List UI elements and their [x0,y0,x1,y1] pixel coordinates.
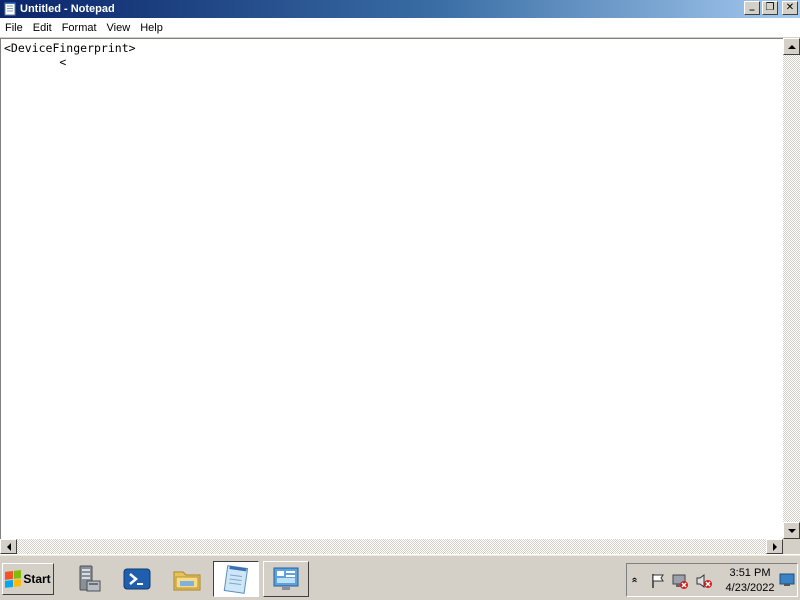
start-button[interactable]: Start [2,563,54,595]
speaker-muted-icon[interactable] [695,572,713,590]
scroll-up-button[interactable] [783,38,800,55]
arrow-left-icon [6,542,11,551]
taskbar-notepad[interactable] [213,561,259,597]
notepad-icon [223,565,249,594]
menu-format[interactable]: Format [57,18,102,38]
menu-bar: File Edit Format View Help [0,18,800,38]
clock-time: 3:51 PM [729,567,771,579]
notepad-app-icon[interactable] [3,2,17,16]
minimize-button[interactable]: _ [744,1,760,15]
title-bar[interactable]: Untitled - Notepad _ ❐ ✕ [0,0,800,18]
show-desktop-icon[interactable] [779,573,795,587]
show-hidden-icons-button[interactable]: » [629,575,643,585]
arrow-up-icon [787,44,796,49]
powershell-icon [123,568,151,590]
clock-date: 4/23/2022 [725,582,775,594]
control-panel-icon [273,567,299,590]
arrow-down-icon [787,528,796,533]
system-tray: » 3:51 PM 4/23/2022 [626,563,798,597]
taskbar-control-panel[interactable] [263,561,309,597]
network-error-icon[interactable] [671,572,689,590]
menu-view[interactable]: View [102,18,136,38]
taskbar-file-explorer[interactable] [164,561,210,597]
restore-icon: ❐ [765,2,775,13]
arrow-right-icon [772,542,777,551]
menu-edit[interactable]: Edit [28,18,57,38]
scroll-right-button[interactable] [766,539,783,554]
horizontal-scrollbar[interactable] [0,539,783,554]
file-explorer-icon [173,571,201,591]
editor-area[interactable]: <DeviceFingerprint> < [0,38,783,539]
taskbar: Start » 3:51 PM 4/23/2022 [0,554,800,600]
size-grip[interactable] [783,539,800,554]
start-label: Start [23,572,51,586]
server-manager-icon [79,565,101,592]
menu-help[interactable]: Help [135,18,168,38]
clock[interactable]: 3:51 PM 4/23/2022 [719,566,781,596]
windows-logo-icon [5,570,22,588]
close-icon: ✕ [785,2,795,13]
close-button[interactable]: ✕ [782,1,798,15]
window-title: Untitled - Notepad [20,3,115,15]
scroll-left-button[interactable] [0,539,17,554]
taskbar-powershell[interactable] [114,561,160,597]
vertical-scrollbar[interactable] [783,38,800,539]
text-editor[interactable]: <DeviceFingerprint> < [4,41,780,537]
restore-button[interactable]: ❐ [762,1,778,15]
scroll-down-button[interactable] [783,522,800,539]
menu-file[interactable]: File [0,18,28,38]
taskbar-server-manager[interactable] [64,561,110,597]
minimize-icon: _ [749,0,755,11]
action-center-flag-icon[interactable] [649,572,667,590]
